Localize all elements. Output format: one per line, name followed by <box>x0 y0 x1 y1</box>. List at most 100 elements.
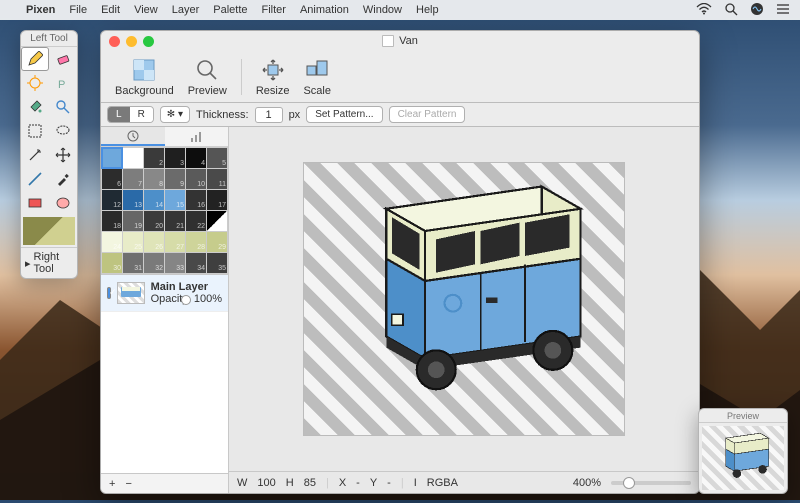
palette-tab-frequency[interactable] <box>165 127 229 146</box>
thickness-unit: px <box>289 109 301 121</box>
width-label: W <box>237 477 247 489</box>
tool-options-menu[interactable]: ✻ ▾ <box>160 106 190 123</box>
toolbar-scale[interactable]: Scale <box>299 55 335 99</box>
lr-segmented[interactable]: L R <box>107 106 154 123</box>
swatch-22[interactable]: 22 <box>186 211 206 231</box>
swatch-31[interactable]: 31 <box>123 253 143 273</box>
swatch-16[interactable]: 16 <box>186 190 206 210</box>
menu-palette[interactable]: Palette <box>213 4 247 16</box>
swatch-7[interactable]: 7 <box>123 169 143 189</box>
swatch-35[interactable]: 35 <box>207 253 227 273</box>
swatch-34[interactable]: 34 <box>186 253 206 273</box>
swatch-20[interactable]: 20 <box>144 211 164 231</box>
tool-bucket[interactable] <box>21 95 49 119</box>
swatch-15[interactable]: 15 <box>165 190 185 210</box>
sidebar: 1234567891011121314151617181920212223242… <box>101 127 229 493</box>
swatch-11[interactable]: 11 <box>207 169 227 189</box>
tool-pattern[interactable]: P <box>49 71 77 95</box>
tool-palette-window[interactable]: Left Tool P ▸Right Tool <box>20 30 78 279</box>
swatch-0[interactable] <box>102 148 122 168</box>
siri-icon[interactable] <box>750 2 764 19</box>
swatch-28[interactable]: 28 <box>186 232 206 252</box>
opacity-value: 100% <box>194 293 222 305</box>
swatch-1[interactable]: 1 <box>123 148 143 168</box>
tool-eraser[interactable] <box>49 47 77 71</box>
preview-title: Preview <box>699 409 787 423</box>
swatch-23[interactable]: 23 <box>207 211 227 231</box>
menu-edit[interactable]: Edit <box>101 4 120 16</box>
swatch-33[interactable]: 33 <box>165 253 185 273</box>
add-layer-button[interactable]: + <box>109 478 115 490</box>
menu-filter[interactable]: Filter <box>262 4 286 16</box>
swatch-29[interactable]: 29 <box>207 232 227 252</box>
swatch-2[interactable]: 2 <box>144 148 164 168</box>
swatch-30[interactable]: 30 <box>102 253 122 273</box>
swatch-17[interactable]: 17 <box>207 190 227 210</box>
toolbar-background[interactable]: Background <box>111 55 178 99</box>
zoom-slider[interactable] <box>611 481 691 485</box>
swatch-24[interactable]: 24 <box>102 232 122 252</box>
artboard[interactable] <box>304 163 624 435</box>
menu-file[interactable]: File <box>69 4 87 16</box>
palette-tab-recent[interactable] <box>101 127 165 146</box>
y-label: Y <box>370 477 377 489</box>
right-tool-toggle[interactable]: ▸Right Tool <box>21 247 77 278</box>
layer-row[interactable]: Main Layer Opacity 100% <box>101 275 228 312</box>
seg-left: L <box>108 107 130 122</box>
wifi-icon[interactable] <box>696 3 712 18</box>
swatch-27[interactable]: 27 <box>165 232 185 252</box>
preview-window[interactable]: Preview <box>698 408 788 494</box>
height-label: H <box>286 477 294 489</box>
color-swap[interactable] <box>23 217 75 245</box>
menu-window[interactable]: Window <box>363 4 402 16</box>
height-value: 85 <box>304 477 316 489</box>
menu-view[interactable]: View <box>134 4 158 16</box>
notification-center-icon[interactable] <box>776 3 790 18</box>
layer-visible-checkbox[interactable] <box>107 287 111 299</box>
set-pattern-button[interactable]: Set Pattern... <box>306 106 382 123</box>
layer-thumbnail[interactable] <box>117 282 145 304</box>
canvas-viewport[interactable] <box>229 127 699 471</box>
menu-animation[interactable]: Animation <box>300 4 349 16</box>
swatch-14[interactable]: 14 <box>144 190 164 210</box>
swatch-19[interactable]: 19 <box>123 211 143 231</box>
swatch-6[interactable]: 6 <box>102 169 122 189</box>
remove-layer-button[interactable]: − <box>125 478 131 490</box>
document-proxy-icon[interactable] <box>382 35 394 47</box>
swatch-13[interactable]: 13 <box>123 190 143 210</box>
tool-wand[interactable] <box>21 143 49 167</box>
tool-zoom[interactable] <box>49 95 77 119</box>
tool-line[interactable] <box>21 167 49 191</box>
spotlight-icon[interactable] <box>724 2 738 19</box>
swatch-9[interactable]: 9 <box>165 169 185 189</box>
swatch-26[interactable]: 26 <box>144 232 164 252</box>
tool-ellipse[interactable] <box>49 191 77 215</box>
swatch-4[interactable]: 4 <box>186 148 206 168</box>
app-menu[interactable]: Pixen <box>26 4 55 16</box>
toolbar-preview[interactable]: Preview <box>184 55 231 99</box>
swatch-21[interactable]: 21 <box>165 211 185 231</box>
tool-lasso[interactable] <box>49 119 77 143</box>
swatch-18[interactable]: 18 <box>102 211 122 231</box>
seg-right: R <box>130 107 153 122</box>
tool-pencil[interactable] <box>21 47 49 71</box>
swatch-32[interactable]: 32 <box>144 253 164 273</box>
menu-layer[interactable]: Layer <box>172 4 200 16</box>
thickness-field[interactable]: 1 <box>255 107 283 123</box>
tool-eyedrop[interactable] <box>49 167 77 191</box>
tool-palette-title: Left Tool <box>21 31 77 47</box>
tool-rect-shape[interactable] <box>21 191 49 215</box>
color-palette: 1234567891011121314151617181920212223242… <box>101 147 228 274</box>
toolbar-resize[interactable]: Resize <box>252 55 294 99</box>
window-titlebar[interactable]: Van <box>101 31 699 51</box>
swatch-5[interactable]: 5 <box>207 148 227 168</box>
tool-move[interactable] <box>49 143 77 167</box>
tool-brush[interactable] <box>21 71 49 95</box>
tool-rect-select[interactable] <box>21 119 49 143</box>
swatch-3[interactable]: 3 <box>165 148 185 168</box>
swatch-8[interactable]: 8 <box>144 169 164 189</box>
swatch-25[interactable]: 25 <box>123 232 143 252</box>
swatch-12[interactable]: 12 <box>102 190 122 210</box>
swatch-10[interactable]: 10 <box>186 169 206 189</box>
menu-help[interactable]: Help <box>416 4 439 16</box>
